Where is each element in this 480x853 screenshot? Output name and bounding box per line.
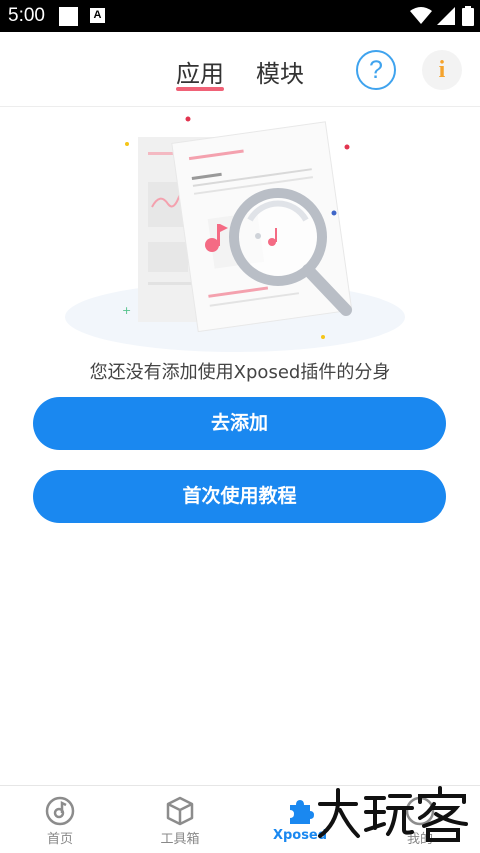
svg-text:+: + <box>122 304 131 317</box>
wifi-icon <box>410 7 432 24</box>
notification-square-icon <box>59 7 78 26</box>
notification-a-icon: A <box>90 8 105 23</box>
nav-item-home[interactable]: 首页 <box>0 786 120 853</box>
info-icon: i <box>438 57 446 83</box>
add-button[interactable]: 去添加 <box>33 397 446 450</box>
info-button[interactable]: i <box>422 50 462 90</box>
active-tab-indicator <box>176 87 224 91</box>
question-circle-icon: ? <box>369 56 383 84</box>
empty-state-message: 您还没有添加使用Xposed插件的分身 <box>89 362 391 383</box>
empty-state-illustration: + <box>65 116 405 352</box>
music-disc-icon <box>45 796 75 826</box>
tab-modules[interactable]: 模块 <box>256 54 304 89</box>
nav-label-toolbox: 工具箱 <box>160 832 200 847</box>
top-header: 应用 模块 ? i <box>0 32 480 107</box>
watermark-logo <box>318 786 468 842</box>
box-icon <box>166 796 194 826</box>
status-bar: 5:00 A <box>0 0 480 32</box>
nav-item-toolbox[interactable]: 工具箱 <box>120 786 240 853</box>
tab-apps[interactable]: 应用 <box>176 54 224 89</box>
tutorial-button[interactable]: 首次使用教程 <box>33 470 446 523</box>
help-button[interactable]: ? <box>356 50 396 90</box>
battery-icon <box>462 6 474 26</box>
nav-label-home: 首页 <box>46 832 73 847</box>
signal-icon <box>437 7 455 25</box>
status-time: 5:00 <box>8 5 45 26</box>
